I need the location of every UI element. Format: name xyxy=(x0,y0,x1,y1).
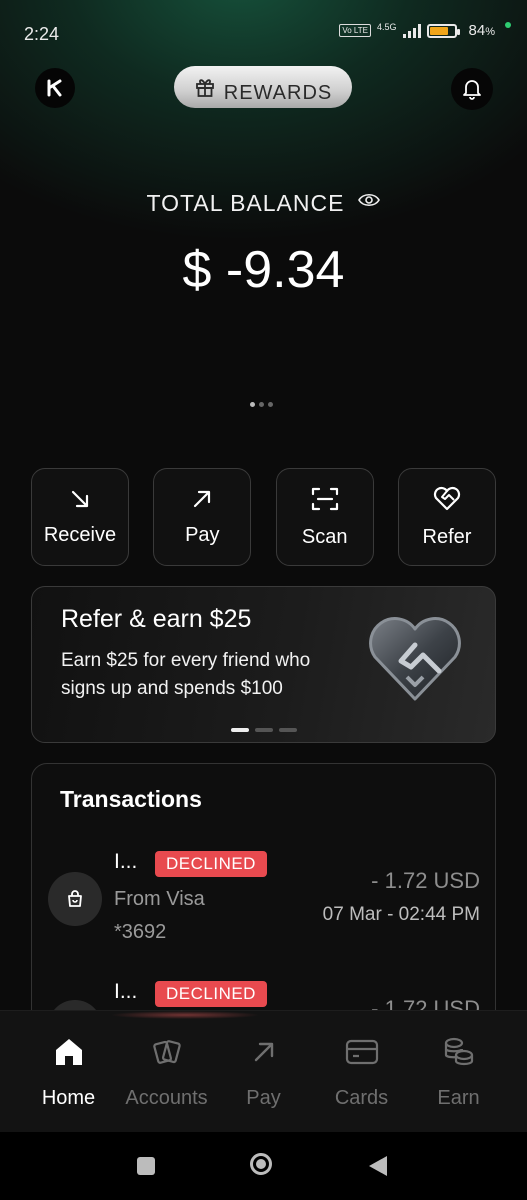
network-type: 4.5G xyxy=(377,21,397,32)
back-icon[interactable] xyxy=(369,1156,387,1176)
scan-button[interactable]: Scan xyxy=(275,468,374,566)
status-right: Vo LTE 4.5G 84% xyxy=(339,21,511,39)
transaction-row[interactable]: I... DECLINED From Visa *3692 - 1.72 USD… xyxy=(32,846,495,956)
transaction-name: I... xyxy=(114,980,138,1003)
nav-accounts[interactable]: Accounts xyxy=(114,1011,219,1133)
receive-button[interactable]: Receive xyxy=(31,468,129,566)
battery-unit: % xyxy=(485,26,495,38)
transaction-name: I... xyxy=(114,850,138,873)
privacy-dot-icon xyxy=(505,21,511,28)
system-navigation-bar xyxy=(0,1132,527,1200)
arrow-up-right-icon xyxy=(194,490,211,507)
nav-pay-label: Pay xyxy=(246,1087,281,1109)
promo-description: Earn $25 for every friend who signs up a… xyxy=(61,650,311,699)
pay-arrow-icon xyxy=(254,1042,273,1062)
pay-label: Pay xyxy=(185,523,220,546)
status-bar: 2:24 Vo LTE 4.5G 84% xyxy=(0,0,527,64)
nav-pay[interactable]: Pay xyxy=(211,1011,316,1133)
nav-cards[interactable]: Cards xyxy=(309,1011,414,1133)
balance-amount: $ -9.34 xyxy=(182,241,345,299)
rewards-button[interactable]: REWARDS xyxy=(174,66,352,108)
balance-header: TOTAL BALANCE xyxy=(0,190,527,217)
app-logo[interactable] xyxy=(35,68,75,108)
nav-home-label: Home xyxy=(41,1087,96,1109)
nav-accounts-label: Accounts xyxy=(125,1087,208,1109)
scan-icon xyxy=(311,487,338,510)
home-icon xyxy=(55,1039,82,1065)
battery-percent: 84 xyxy=(468,22,486,39)
accounts-icon xyxy=(152,1040,181,1064)
logo-icon xyxy=(47,79,62,97)
balance-pager[interactable] xyxy=(250,402,273,407)
status-time: 2:24 xyxy=(24,24,60,44)
eye-icon xyxy=(358,193,381,206)
refer-button[interactable]: Refer xyxy=(397,468,496,566)
recents-icon[interactable] xyxy=(137,1157,155,1175)
arrow-down-right-icon xyxy=(71,490,89,507)
card-icon xyxy=(345,1039,378,1065)
signal-icon xyxy=(402,23,421,38)
bottom-nav: Home Accounts Pay Cards Earn xyxy=(0,1010,527,1133)
toggle-visibility-button[interactable] xyxy=(358,192,381,208)
heart-handshake-icon xyxy=(433,486,461,510)
nav-cards-label: Cards xyxy=(334,1087,389,1109)
rewards-label: REWARDS xyxy=(223,81,333,104)
shopping-bag-icon xyxy=(48,872,102,926)
status-badge: DECLINED xyxy=(155,851,267,877)
refer-label: Refer xyxy=(422,525,472,548)
notifications-button[interactable] xyxy=(451,68,493,110)
promo-title: Refer & earn $25 xyxy=(61,605,252,633)
coins-icon xyxy=(444,1037,473,1066)
nav-earn[interactable]: Earn xyxy=(406,1011,511,1133)
status-badge: DECLINED xyxy=(155,981,267,1007)
battery-icon xyxy=(426,23,460,38)
transaction-source: From Visa *3692 xyxy=(114,888,205,943)
transaction-amount: - 1.72 USD xyxy=(371,868,480,893)
pay-button[interactable]: Pay xyxy=(153,468,252,566)
refer-promo-card[interactable]: Refer & earn $25 Earn $25 for every frie… xyxy=(31,586,496,743)
heart-handshake-art-icon xyxy=(365,615,465,710)
bell-icon xyxy=(463,80,481,100)
quick-actions: Receive Pay Scan Refer xyxy=(31,468,496,566)
balance-label: TOTAL BALANCE xyxy=(146,190,345,216)
transactions-title: Transactions xyxy=(60,786,202,812)
nav-earn-label: Earn xyxy=(437,1087,480,1109)
scan-label: Scan xyxy=(301,525,348,548)
home-button-icon[interactable] xyxy=(250,1153,272,1175)
volte-icon: Vo LTE xyxy=(339,24,372,37)
transaction-date: 07 Mar - 02:44 PM xyxy=(322,904,480,925)
gift-icon xyxy=(195,79,214,97)
promo-pager[interactable] xyxy=(231,728,297,732)
receive-label: Receive xyxy=(43,523,117,546)
nav-home[interactable]: Home xyxy=(16,1011,121,1133)
